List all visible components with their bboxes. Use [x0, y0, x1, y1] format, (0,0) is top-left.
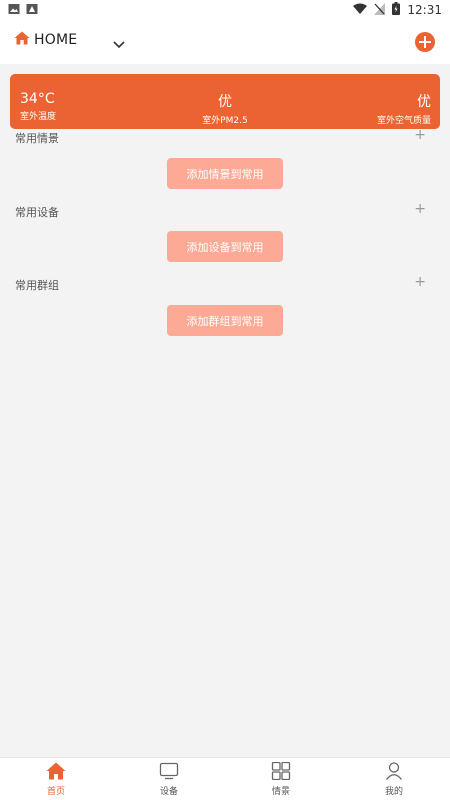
home-label: HOME: [34, 31, 78, 48]
status-bar: 12:31: [0, 0, 450, 20]
grid-icon: [251, 761, 311, 782]
app-notification-icon: [26, 3, 38, 18]
status-time: 12:31: [407, 3, 442, 17]
section-title-devices: 常用设备: [15, 206, 59, 219]
section-title-groups: 常用群组: [15, 279, 59, 292]
air-quality-value: 优: [417, 94, 431, 110]
section-title-scenes: 常用情景: [15, 132, 59, 145]
wifi-icon: [353, 3, 368, 17]
home-icon: [26, 762, 86, 782]
tab-devices-label: 设备: [159, 787, 178, 797]
add-scene-button[interactable]: 添加情景到常用: [167, 158, 283, 189]
pm25-block: 优 室外PM2.5: [10, 91, 440, 126]
add-scene-plus-icon[interactable]: +: [414, 127, 426, 143]
tab-mine-label: 我的: [384, 787, 403, 797]
tab-devices[interactable]: 设备: [139, 762, 199, 797]
tab-scenes[interactable]: 情景: [251, 761, 311, 797]
air-quality-label: 室外空气质量: [376, 116, 431, 126]
home-selector[interactable]: HOME: [14, 30, 77, 49]
app-header: HOME: [0, 20, 450, 64]
tab-home[interactable]: 首页: [26, 762, 86, 797]
user-icon: [364, 762, 424, 782]
add-device-plus-icon[interactable]: +: [414, 201, 426, 217]
add-group-button[interactable]: 添加群组到常用: [167, 305, 283, 336]
air-quality-block: 优 室外空气质量: [377, 91, 431, 126]
pm25-value: 优: [218, 94, 232, 110]
home-icon: [14, 30, 30, 49]
tab-scenes-label: 情景: [271, 787, 290, 797]
weather-card: 34°C 室外温度 优 室外PM2.5 优 室外空气质量: [10, 74, 440, 129]
tab-home-label: 首页: [46, 787, 65, 797]
monitor-icon: [139, 762, 199, 782]
bottom-tab-bar: 首页 设备 情景 我的: [0, 757, 450, 800]
no-signal-icon: [374, 2, 386, 18]
battery-icon: [392, 2, 401, 18]
chevron-down-icon[interactable]: [113, 34, 125, 53]
add-circle-icon[interactable]: [414, 31, 436, 53]
add-group-plus-icon[interactable]: +: [414, 274, 426, 290]
add-device-button[interactable]: 添加设备到常用: [167, 231, 283, 262]
pm25-label: 室外PM2.5: [202, 116, 248, 126]
image-notification-icon: [8, 3, 20, 18]
tab-mine[interactable]: 我的: [364, 762, 424, 797]
